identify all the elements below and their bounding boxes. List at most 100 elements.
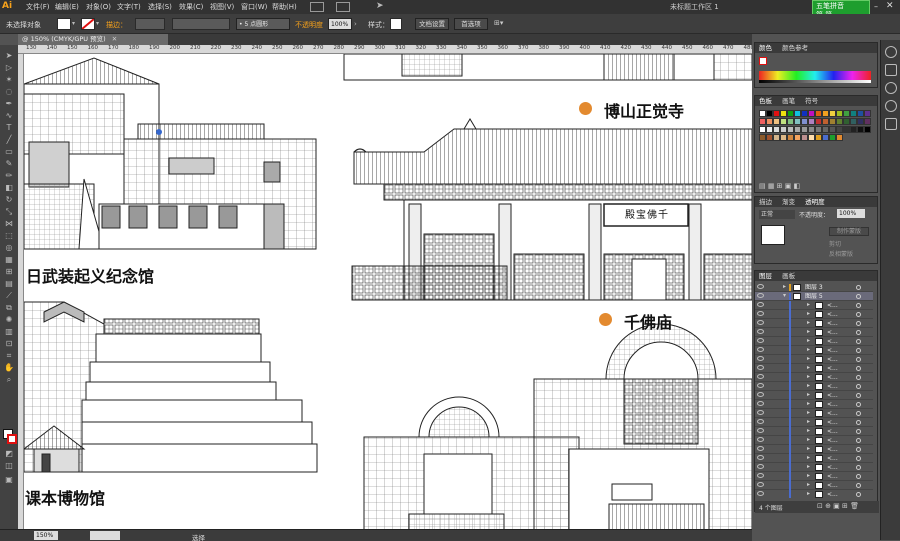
opacity-arrow-icon[interactable]: › — [354, 20, 357, 28]
expand-arrow-icon[interactable]: ▸ — [807, 472, 810, 479]
column-graph-tool-icon[interactable]: ▥ — [3, 327, 15, 336]
visibility-eye-icon[interactable] — [757, 293, 764, 298]
color-swatch[interactable] — [843, 118, 850, 125]
color-swatch[interactable] — [759, 118, 766, 125]
expand-arrow-icon[interactable]: ▸ — [807, 436, 810, 443]
expand-arrow-icon[interactable]: ▸ — [807, 364, 810, 371]
color-swatch[interactable] — [808, 126, 815, 133]
tab-color-guide[interactable]: 颜色参考 — [782, 43, 808, 53]
visibility-eye-icon[interactable] — [757, 338, 764, 343]
color-swatch[interactable] — [864, 118, 871, 125]
artboard-nav[interactable] — [90, 531, 120, 540]
sublayer-row[interactable]: ▸ <... — [755, 481, 873, 490]
layer-target-icon[interactable] — [856, 303, 861, 308]
layer-target-icon[interactable] — [856, 321, 861, 326]
color-swatch[interactable] — [794, 110, 801, 117]
tab-color[interactable]: 颜色 — [759, 43, 772, 53]
color-swatch[interactable] — [836, 126, 843, 133]
color-swatch[interactable] — [794, 126, 801, 133]
expand-arrow-icon[interactable]: ▸ — [807, 328, 810, 335]
sublayer-row[interactable]: ▸ <... — [755, 454, 873, 463]
visibility-eye-icon[interactable] — [757, 473, 764, 478]
color-swatch[interactable] — [850, 118, 857, 125]
layer-target-icon[interactable] — [856, 312, 861, 317]
color-swatch[interactable] — [794, 118, 801, 125]
visibility-eye-icon[interactable] — [757, 482, 764, 487]
color-swatch[interactable] — [773, 118, 780, 125]
color-swatch[interactable] — [815, 118, 822, 125]
layer-actions-icons[interactable]: ⊡ ⊕ ▣ ⊞ 🗑 — [817, 502, 859, 510]
color-swatch[interactable] — [843, 110, 850, 117]
color-swatch[interactable] — [759, 110, 766, 117]
layer-target-icon[interactable] — [856, 492, 861, 497]
mesh-tool-icon[interactable]: ⊞ — [3, 267, 15, 276]
visibility-eye-icon[interactable] — [757, 464, 764, 469]
opacity-field[interactable]: 100% — [328, 18, 352, 30]
sublayer-row[interactable]: ▸ <... — [755, 436, 873, 445]
sublayer-row[interactable]: ▸ <... — [755, 346, 873, 355]
drawing-mode-icon[interactable]: ◫ — [3, 461, 15, 470]
brushes-panel-icon[interactable] — [885, 82, 897, 94]
stroke-swatch[interactable] — [81, 18, 95, 30]
expand-arrow-icon[interactable]: ▸ — [807, 481, 810, 488]
magic-wand-tool-icon[interactable]: ✶ — [3, 75, 15, 84]
grayscale-bar[interactable] — [759, 80, 871, 83]
brush-definition[interactable]: • 5 点圆形 — [236, 18, 290, 30]
color-swatch[interactable] — [773, 110, 780, 117]
expand-arrow-icon[interactable]: ▸ — [807, 373, 810, 380]
color-swatch[interactable] — [822, 126, 829, 133]
swatch-grid[interactable] — [759, 110, 875, 180]
blend-tool-icon[interactable]: ⧉ — [3, 303, 15, 312]
clip-checkbox[interactable]: 剪切 — [829, 239, 841, 248]
perspective-grid-tool-icon[interactable]: ▦ — [3, 255, 15, 264]
color-swatch[interactable] — [829, 118, 836, 125]
layer-target-icon[interactable] — [856, 411, 861, 416]
menu-window[interactable]: 窗口(W) — [241, 2, 267, 12]
color-swatch[interactable] — [801, 126, 808, 133]
rotate-tool-icon[interactable]: ↻ — [3, 195, 15, 204]
visibility-eye-icon[interactable] — [757, 455, 764, 460]
stroke-weight-field[interactable] — [135, 18, 165, 30]
sublayer-row[interactable]: ▸ <... — [755, 301, 873, 310]
close-icon[interactable]: ✕ — [886, 1, 894, 11]
menu-object[interactable]: 对象(O) — [86, 2, 111, 12]
menu-edit[interactable]: 编辑(E) — [55, 2, 79, 12]
tab-brushes[interactable]: 画笔 — [782, 96, 795, 106]
layer-target-icon[interactable] — [856, 375, 861, 380]
arrange-docs-icon[interactable] — [336, 2, 350, 12]
sublayer-row[interactable]: ▸ <... — [755, 463, 873, 472]
eyedropper-tool-icon[interactable]: ⟋ — [3, 291, 15, 300]
sublayer-row[interactable]: ▸ <... — [755, 400, 873, 409]
layer-target-icon[interactable] — [856, 474, 861, 479]
selection-tool-icon[interactable]: ➤ — [3, 51, 15, 60]
expand-arrow-icon[interactable]: ▸ — [807, 346, 810, 353]
scale-tool-icon[interactable]: ⤡ — [3, 207, 15, 216]
invert-mask-checkbox[interactable]: 反相蒙版 — [829, 249, 853, 258]
layer-target-icon[interactable] — [856, 393, 861, 398]
swatches-panel-icon[interactable] — [885, 64, 897, 76]
color-swatch[interactable] — [780, 110, 787, 117]
color-swatch[interactable] — [815, 126, 822, 133]
color-swatch[interactable] — [787, 126, 794, 133]
color-swatch[interactable] — [829, 126, 836, 133]
menu-file[interactable]: 文件(F) — [26, 2, 50, 12]
align-panel-icon[interactable] — [885, 118, 897, 130]
color-swatch[interactable] — [801, 110, 808, 117]
layer-target-icon[interactable] — [856, 420, 861, 425]
document-tab[interactable]: @ 150% (CMYK/GPU 预览) ✕ — [18, 34, 168, 45]
color-swatch[interactable] — [808, 110, 815, 117]
collapse-arrow-icon[interactable]: ▾ — [783, 292, 786, 299]
color-swatch[interactable] — [829, 110, 836, 117]
color-swatch[interactable] — [759, 134, 766, 141]
visibility-eye-icon[interactable] — [757, 392, 764, 397]
visibility-eye-icon[interactable] — [757, 311, 764, 316]
screen-mode-icon[interactable]: ▣ — [3, 475, 15, 484]
expand-arrow-icon[interactable]: ▸ — [807, 391, 810, 398]
expand-arrow-icon[interactable]: ▸ — [807, 337, 810, 344]
sublayer-row[interactable]: ▸ <... — [755, 391, 873, 400]
pencil-tool-icon[interactable]: ✏ — [3, 171, 15, 180]
make-mask-button[interactable]: 制作蒙版 — [829, 227, 869, 236]
color-swatch[interactable] — [822, 110, 829, 117]
minimize-icon[interactable]: – — [874, 2, 878, 11]
visibility-eye-icon[interactable] — [757, 428, 764, 433]
